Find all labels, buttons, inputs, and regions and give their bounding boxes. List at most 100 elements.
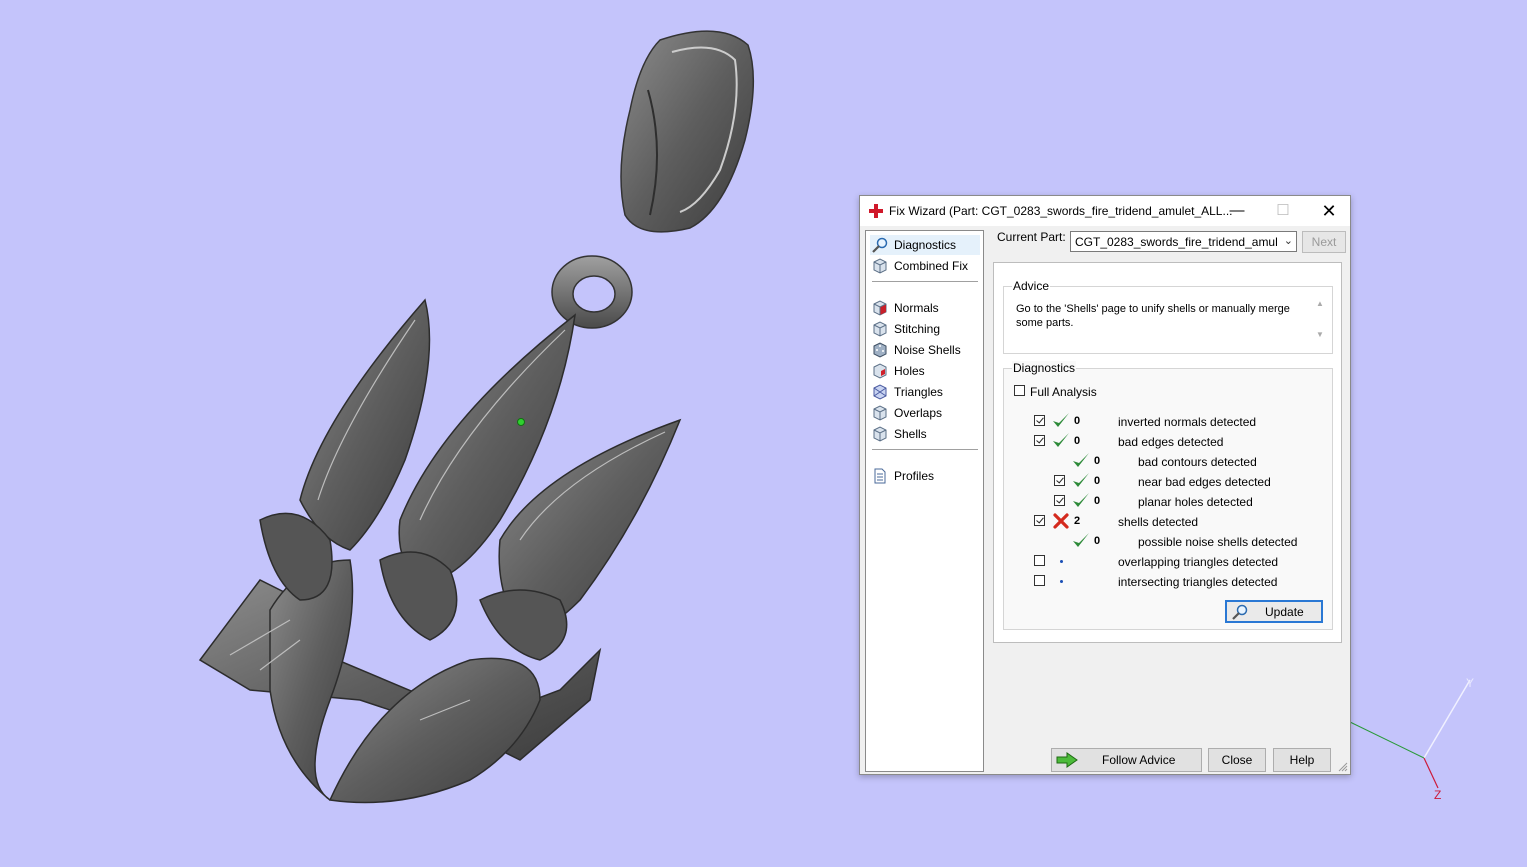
full-analysis-checkbox[interactable] xyxy=(1014,385,1025,396)
nav-item-label: Triangles xyxy=(894,385,943,399)
nav-divider xyxy=(872,449,978,450)
maximize-button[interactable]: ☐ xyxy=(1260,196,1306,226)
diagnostic-label: near bad edges detected xyxy=(1138,475,1271,489)
diagnostic-label: planar holes detected xyxy=(1138,495,1253,509)
check-icon xyxy=(1053,433,1069,447)
cube-icon xyxy=(873,426,887,442)
diagnostic-row: 0 bad contours detected xyxy=(1004,452,1324,470)
diagnostic-count: 0 xyxy=(1094,535,1101,547)
nav-item-label: Combined Fix xyxy=(894,259,969,273)
nav-item-stitching[interactable]: Stitching xyxy=(870,319,980,339)
cube-icon xyxy=(873,384,887,400)
pivot-marker xyxy=(517,418,525,426)
diagnostic-checkbox[interactable] xyxy=(1054,495,1065,506)
follow-advice-button[interactable]: Follow Advice xyxy=(1051,748,1202,772)
nav-item-label: Diagnostics xyxy=(894,238,957,252)
diagnostic-checkbox[interactable] xyxy=(1034,435,1045,446)
next-button[interactable]: Next xyxy=(1302,231,1346,253)
document-icon xyxy=(874,468,886,484)
check-icon xyxy=(1053,413,1069,427)
minimize-button[interactable]: — xyxy=(1214,196,1260,226)
close-window-button[interactable]: ✕ xyxy=(1306,196,1352,226)
fix-wizard-dialog: Fix Wizard (Part: CGT_0283_swords_fire_t… xyxy=(859,195,1351,775)
diagnostics-panel: Advice Go to the 'Shells' page to unify … xyxy=(993,262,1342,643)
advice-title: Advice xyxy=(1012,279,1051,293)
bail-part xyxy=(620,30,755,233)
diagnostic-checkbox[interactable] xyxy=(1034,575,1045,586)
nav-item-shells[interactable]: Shells xyxy=(870,424,980,444)
diagnostic-label: possible noise shells detected xyxy=(1138,535,1298,549)
diagnostic-row: overlapping triangles detected xyxy=(1004,552,1324,570)
diagnostic-row: 0 possible noise shells detected xyxy=(1004,532,1324,550)
scroll-down-icon[interactable]: ▼ xyxy=(1314,330,1326,339)
cube-icon xyxy=(873,258,887,274)
current-part-dropdown[interactable]: CGT_0283_swords_fire_tridend_amulet_AL ⌄ xyxy=(1070,231,1297,252)
dialog-title: Fix Wizard (Part: CGT_0283_swords_fire_t… xyxy=(889,204,1233,218)
follow-advice-label: Follow Advice xyxy=(1102,753,1176,767)
resize-grip-icon[interactable] xyxy=(1338,762,1348,772)
magnifier-icon xyxy=(1232,604,1248,620)
diagnostic-row: 2 shells detected xyxy=(1004,512,1324,530)
cube-red-icon xyxy=(873,300,887,316)
magnifier-icon xyxy=(872,237,888,253)
diagnostic-label: shells detected xyxy=(1118,515,1199,529)
title-bar[interactable]: Fix Wizard (Part: CGT_0283_swords_fire_t… xyxy=(860,196,1350,226)
diagnostic-checkbox[interactable] xyxy=(1034,515,1045,526)
diagnostic-checkbox[interactable] xyxy=(1054,475,1065,486)
nav-item-normals[interactable]: Normals xyxy=(870,298,980,318)
check-icon xyxy=(1073,473,1089,487)
diagnostic-count: 2 xyxy=(1074,515,1081,527)
close-button[interactable]: Close xyxy=(1208,748,1266,772)
diagnostics-title: Diagnostics xyxy=(1012,361,1077,375)
nav-item-label: Noise Shells xyxy=(894,343,961,357)
diagnostic-label: bad contours detected xyxy=(1138,455,1257,469)
diagnostic-label: inverted normals detected xyxy=(1118,415,1257,429)
cube-dotted-icon xyxy=(873,342,887,358)
nav-item-combined-fix[interactable]: Combined Fix xyxy=(870,256,980,276)
wizard-nav: Diagnostics Combined Fix Normals Stitchi… xyxy=(865,230,984,772)
cube-hole-icon xyxy=(873,363,887,379)
help-button[interactable]: Help xyxy=(1273,748,1331,772)
diagnostic-row: 0 planar holes detected xyxy=(1004,492,1324,510)
diagnostic-label: overlapping triangles detected xyxy=(1118,555,1279,569)
nav-item-overlaps[interactable]: Overlaps xyxy=(870,403,980,423)
diagnostics-group: Diagnostics Full Analysis 0 inverted norm… xyxy=(1003,361,1333,630)
full-analysis-label: Full Analysis xyxy=(1030,385,1097,399)
diagnostic-count: 0 xyxy=(1074,415,1081,427)
diagnostic-count: 0 xyxy=(1094,495,1101,507)
nav-item-label: Holes xyxy=(894,364,925,378)
diagnostic-label: intersecting triangles detected xyxy=(1118,575,1278,589)
nav-item-label: Profiles xyxy=(894,469,935,483)
axis-z-label: Z xyxy=(1434,788,1442,802)
diagnostic-row: 0 bad edges detected xyxy=(1004,432,1324,450)
scroll-up-icon[interactable]: ▲ xyxy=(1314,299,1326,308)
diagnostic-checkbox[interactable] xyxy=(1034,415,1045,426)
advice-text: Go to the 'Shells' page to unify shells … xyxy=(1016,303,1290,329)
nav-item-holes[interactable]: Holes xyxy=(870,361,980,381)
pending-dot-icon xyxy=(1060,580,1063,583)
advice-scrollbar[interactable]: ▲ ▼ xyxy=(1314,299,1326,345)
nav-item-label: Overlaps xyxy=(894,406,943,420)
diagnostic-row: 0 inverted normals detected xyxy=(1004,412,1324,430)
nav-divider xyxy=(872,281,978,282)
update-button[interactable]: Update xyxy=(1225,600,1323,623)
current-part-value: CGT_0283_swords_fire_tridend_amulet_AL xyxy=(1075,235,1277,249)
diagnostic-row: intersecting triangles detected xyxy=(1004,572,1324,590)
nav-item-triangles[interactable]: Triangles xyxy=(870,382,980,402)
diagnostic-count: 0 xyxy=(1094,455,1101,467)
nav-item-diagnostics[interactable]: Diagnostics xyxy=(870,235,980,255)
diagnostic-checkbox[interactable] xyxy=(1034,555,1045,566)
diagnostic-label: bad edges detected xyxy=(1118,435,1224,449)
trident-part xyxy=(198,298,682,804)
advice-group: Advice Go to the 'Shells' page to unify … xyxy=(1003,279,1333,354)
diagnostic-row: 0 near bad edges detected xyxy=(1004,472,1324,490)
check-icon xyxy=(1073,493,1089,507)
nav-item-noise-shells[interactable]: Noise Shells xyxy=(870,340,980,360)
nav-item-label: Shells xyxy=(894,427,927,441)
axis-y-label: Y xyxy=(1466,676,1475,690)
nav-item-label: Stitching xyxy=(894,322,941,336)
pending-dot-icon xyxy=(1060,560,1063,563)
nav-item-label: Normals xyxy=(894,301,939,315)
arrow-right-icon xyxy=(1056,752,1078,768)
nav-item-profiles[interactable]: Profiles xyxy=(870,466,980,486)
